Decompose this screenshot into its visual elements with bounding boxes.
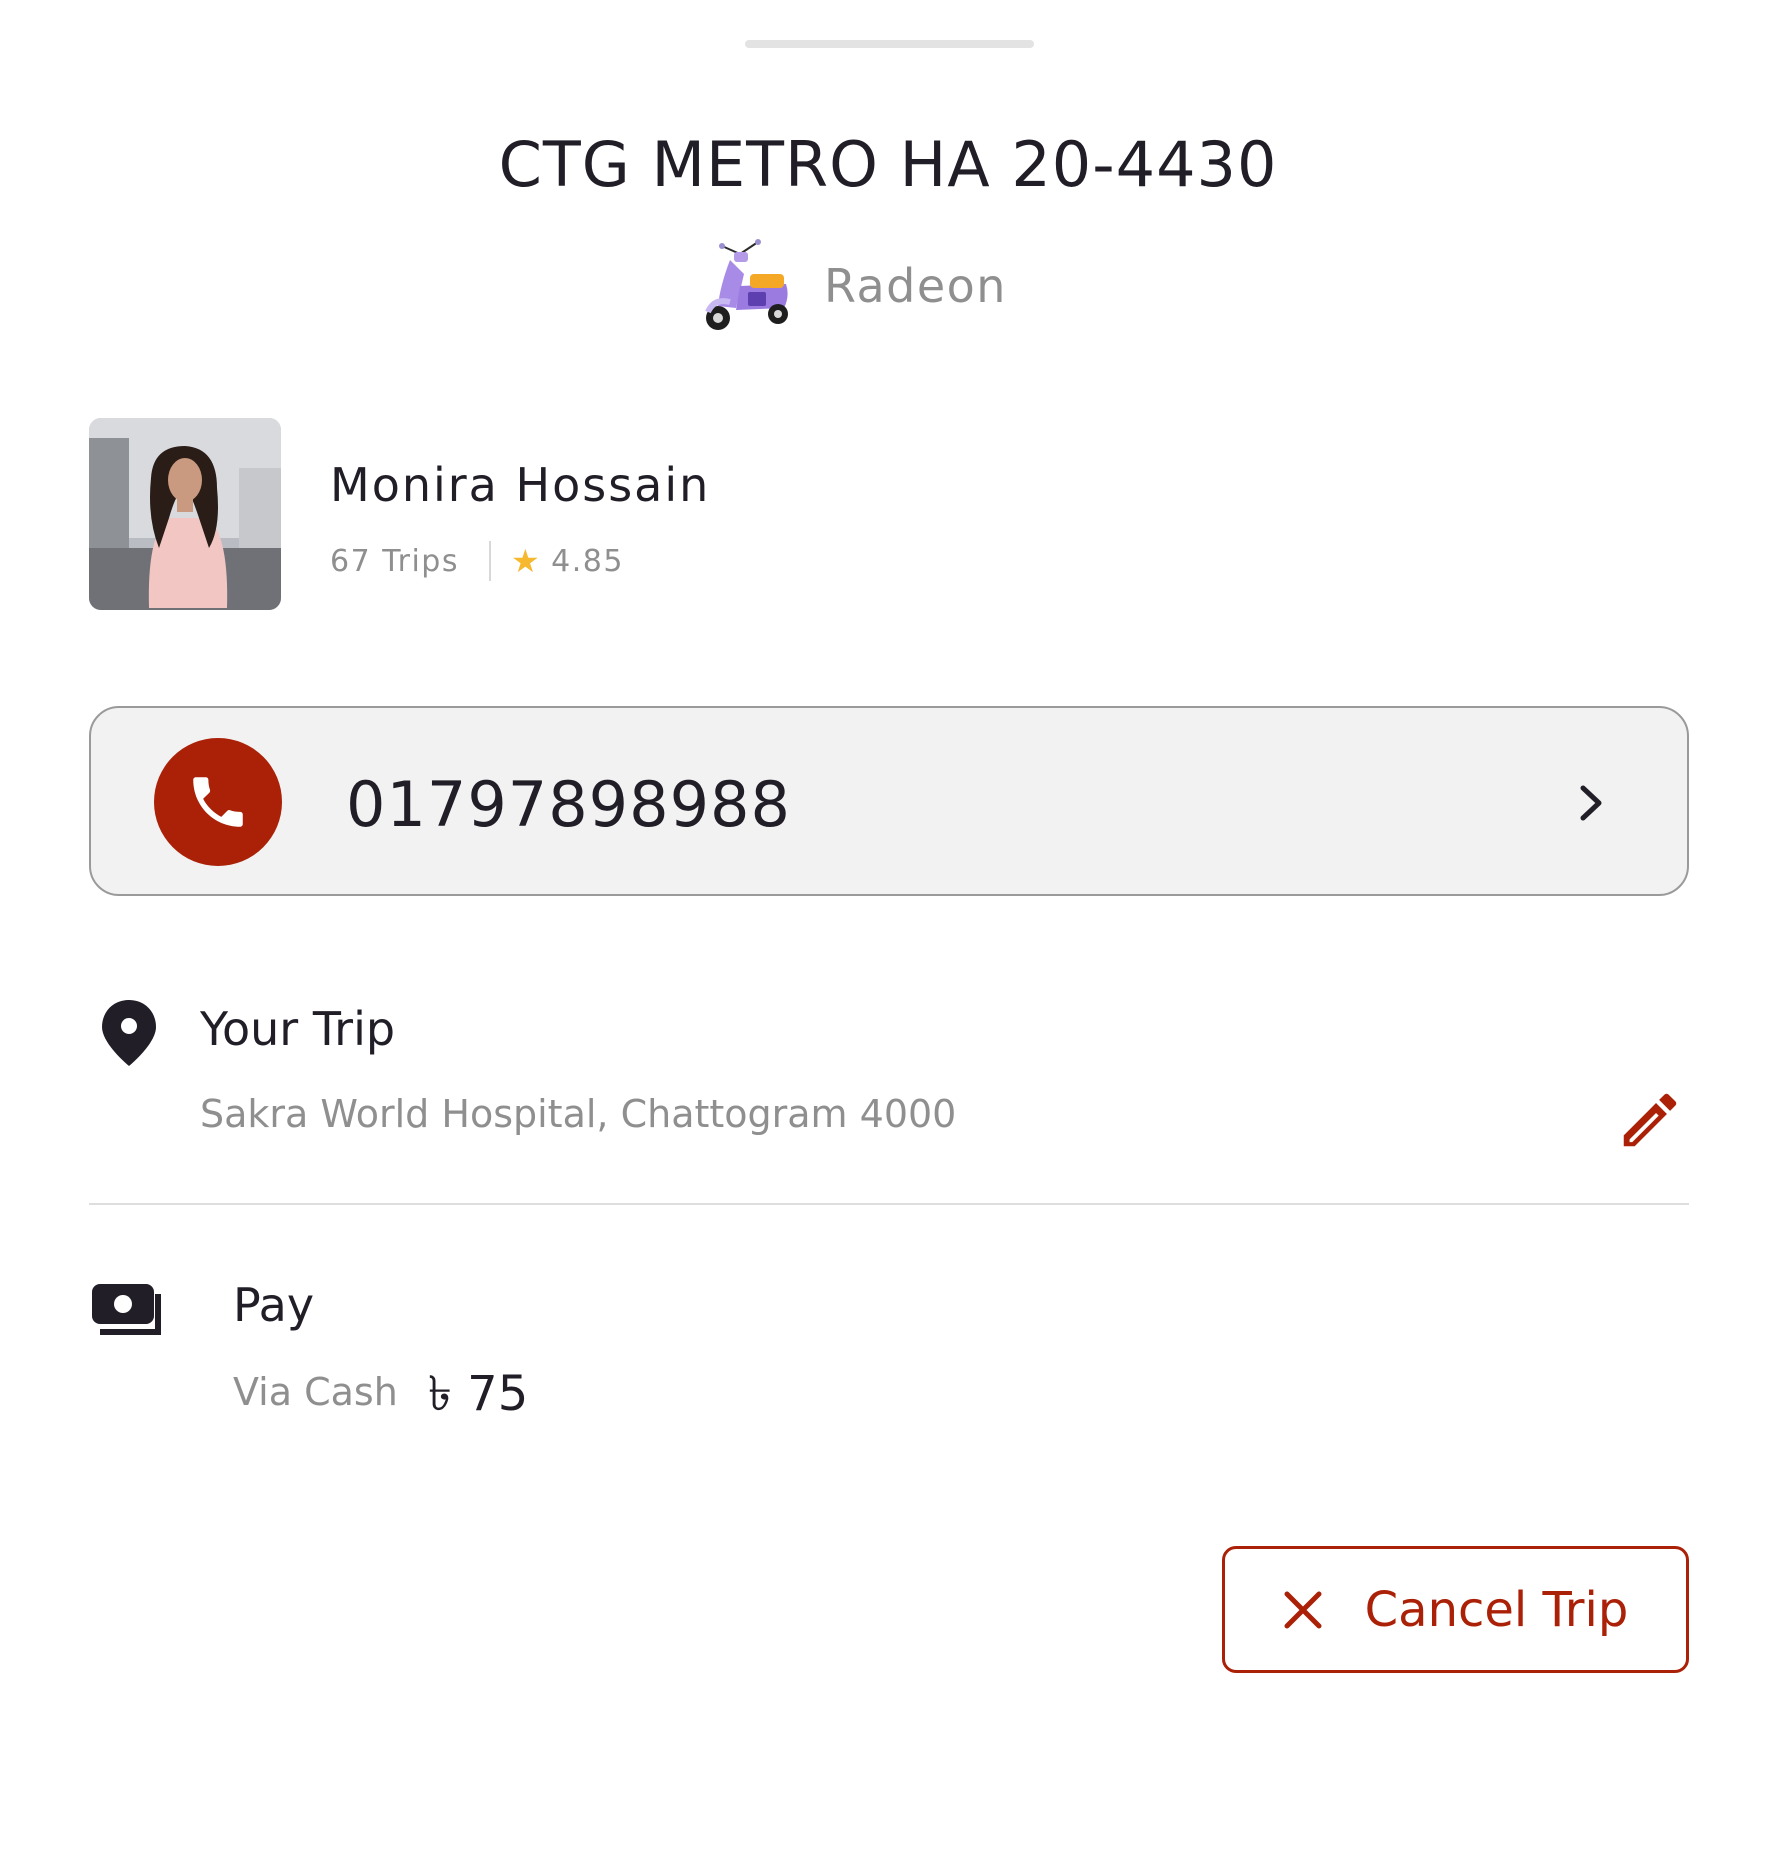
chevron-right-icon bbox=[1580, 785, 1602, 821]
stats-divider bbox=[488, 541, 491, 581]
cancel-trip-label: Cancel Trip bbox=[1364, 1581, 1629, 1638]
cancel-trip-button[interactable]: Cancel Trip bbox=[1222, 1546, 1689, 1673]
close-icon bbox=[1284, 1591, 1322, 1628]
pay-title: Pay bbox=[233, 1278, 315, 1332]
vehicle-name: Radeon bbox=[824, 259, 1007, 313]
scooter-icon bbox=[705, 239, 788, 330]
section-divider bbox=[89, 1203, 1689, 1205]
phone-number: 01797898988 bbox=[346, 768, 791, 841]
phone-icon bbox=[154, 738, 282, 866]
trip-address: Sakra World Hospital, Chattogram 4000 bbox=[200, 1092, 957, 1136]
edit-icon[interactable] bbox=[1615, 1085, 1685, 1155]
driver-rating: 4.85 bbox=[551, 543, 624, 579]
call-driver-button[interactable]: 01797898988 bbox=[89, 706, 1689, 896]
cash-icon bbox=[92, 1284, 161, 1335]
trip-title: Your Trip bbox=[200, 1002, 396, 1056]
driver-name: Monira Hossain bbox=[330, 458, 711, 512]
fare-amount: ৳ 75 bbox=[428, 1366, 529, 1422]
payment-method: Via Cash bbox=[233, 1370, 398, 1414]
plate-number: CTG METRO HA 20-4430 bbox=[498, 128, 1278, 201]
driver-stats: 67 Trips ★ 4.85 bbox=[330, 540, 624, 582]
drag-handle[interactable] bbox=[745, 40, 1034, 48]
trip-count: 67 Trips bbox=[330, 543, 459, 579]
star-icon: ★ bbox=[510, 542, 542, 580]
vehicle-info: Radeon bbox=[700, 236, 1007, 336]
location-pin-icon bbox=[102, 1000, 156, 1066]
driver-avatar[interactable] bbox=[89, 418, 281, 610]
